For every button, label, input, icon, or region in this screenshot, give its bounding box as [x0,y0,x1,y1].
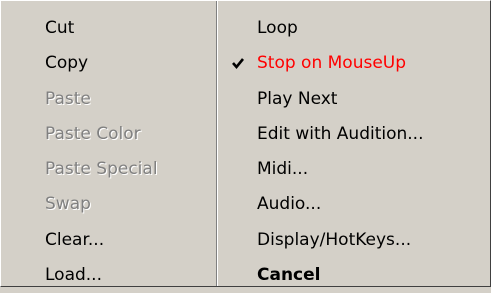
menu-item-label: Paste Special [45,159,158,180]
menu-item-cut[interactable]: Cut [1,11,216,46]
column-separator [216,1,218,286]
menu-item-midi[interactable]: Midi... [223,152,489,187]
menu-item-paste-color[interactable]: Paste Color [1,117,216,152]
menu-item-label: Edit with Audition... [257,123,424,144]
menu-item-label: Copy [45,53,89,74]
menu-column-right: Loop Stop on MouseUp Play Next Edit with… [223,11,489,293]
menu-item-copy[interactable]: Copy [1,46,216,81]
menu-item-label: Stop on MouseUp [257,53,407,74]
menu-item-label: Paste [45,88,91,109]
menu-item-display-hotkeys[interactable]: Display/HotKeys... [223,223,489,258]
menu-item-label: Cut [45,18,75,38]
menu-item-label: Cancel [257,265,321,286]
menu-item-cancel[interactable]: Cancel [223,258,489,293]
menu-item-label: Swap [45,194,91,215]
menu-item-label: Play Next [257,88,338,109]
menu-column-left: Cut Copy Paste Paste Color Paste Special… [1,11,216,293]
menu-item-label: Display/HotKeys... [257,229,412,250]
menu-item-label: Clear... [45,229,105,250]
menu-item-label: Paste Color [45,123,141,144]
menu-item-load[interactable]: Load... [1,258,216,293]
menu-item-audio[interactable]: Audio... [223,187,489,222]
menu-item-play-next[interactable]: Play Next [223,82,489,117]
checkmark-icon [231,46,249,81]
context-menu: Cut Copy Paste Paste Color Paste Special… [0,0,491,287]
menu-item-stop-on-mouseup[interactable]: Stop on MouseUp [223,46,489,81]
menu-item-clear[interactable]: Clear... [1,223,216,258]
menu-item-label: Loop [257,18,298,38]
menu-item-label: Midi... [257,159,309,180]
menu-item-edit-with-audition[interactable]: Edit with Audition... [223,117,489,152]
menu-item-label: Audio... [257,194,322,215]
menu-item-loop[interactable]: Loop [223,11,489,46]
menu-item-paste-special[interactable]: Paste Special [1,152,216,187]
menu-item-label: Load... [45,265,102,286]
menu-item-swap[interactable]: Swap [1,187,216,222]
menu-item-paste[interactable]: Paste [1,82,216,117]
